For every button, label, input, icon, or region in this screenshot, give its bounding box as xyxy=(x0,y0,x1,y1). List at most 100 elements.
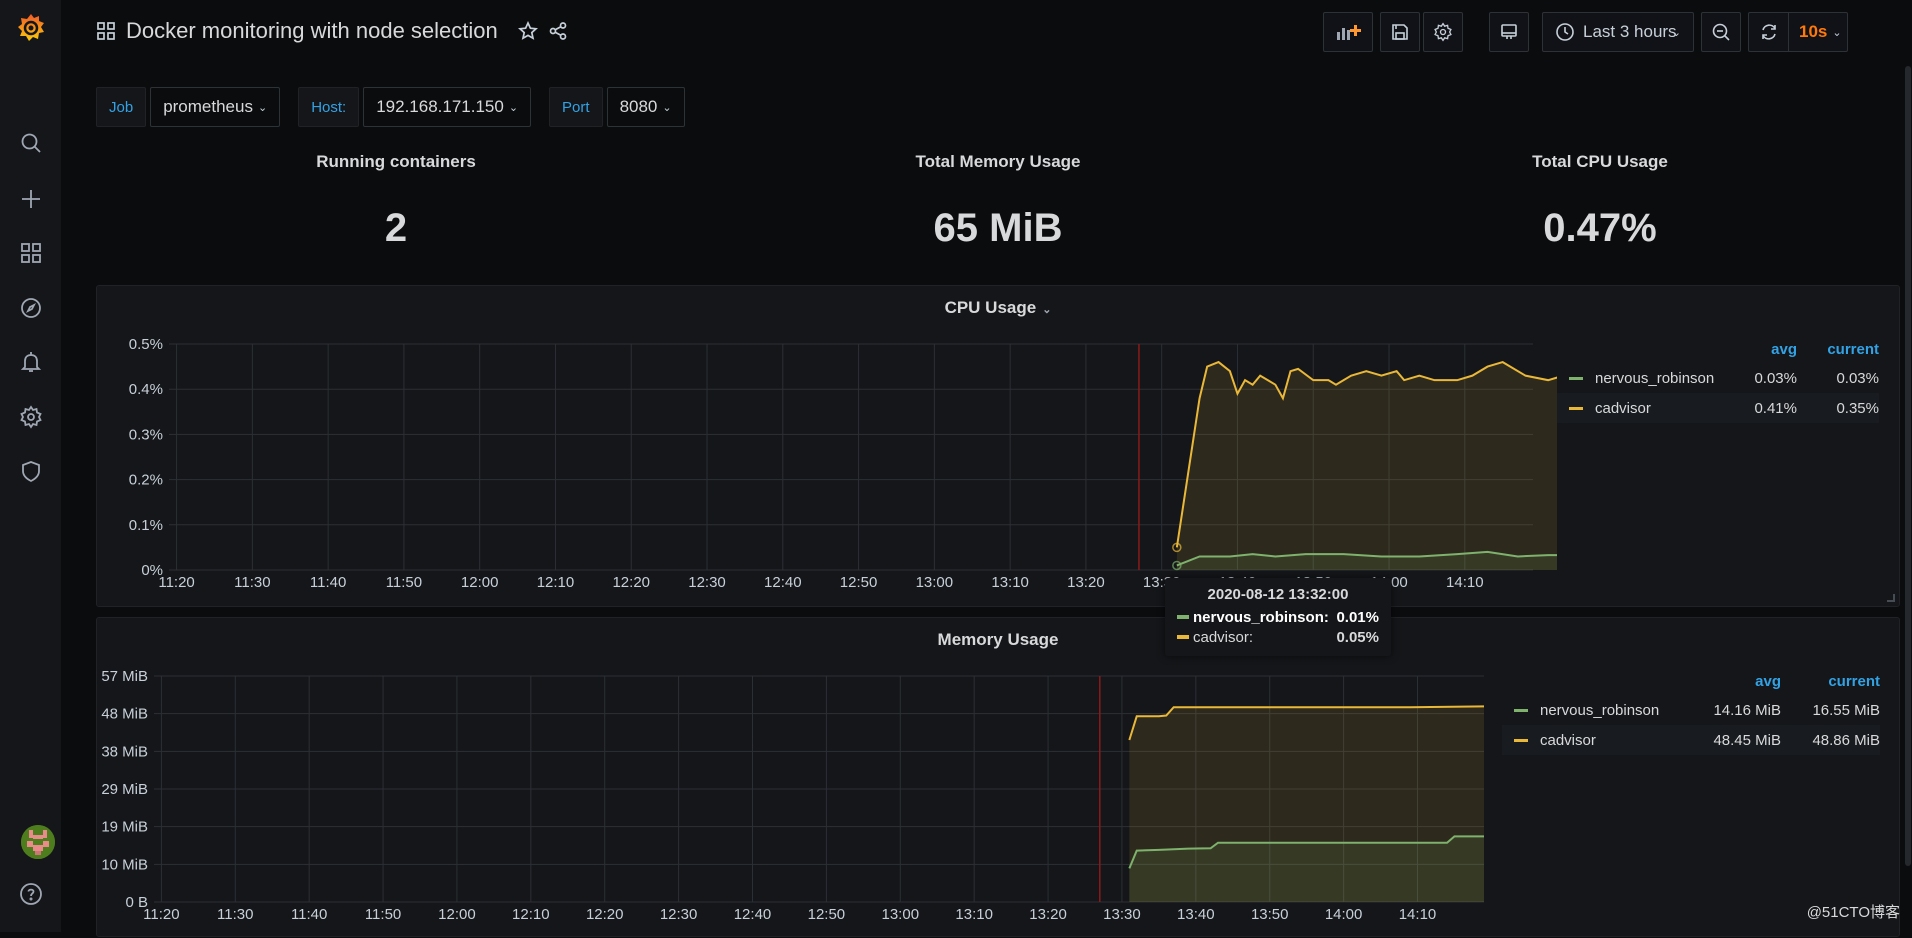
x-tick-label: 11:40 xyxy=(291,906,327,923)
stat-title[interactable]: Total Memory Usage xyxy=(698,152,1298,172)
zoom-out-button[interactable] xyxy=(1701,12,1741,52)
variable-value: prometheus xyxy=(163,97,253,117)
x-tick-label: 11:30 xyxy=(217,906,253,923)
legend-header-current[interactable]: current xyxy=(1797,341,1879,363)
legend-item[interactable]: nervous_robinson 14.16 MiB 16.55 MiB xyxy=(1502,695,1880,725)
share-icon[interactable] xyxy=(548,21,568,41)
cycle-view-mode-button[interactable] xyxy=(1489,12,1529,52)
series-current: 48.86 MiB xyxy=(1781,732,1880,749)
star-icon[interactable] xyxy=(518,21,538,41)
stat-panel-total-memory: Total Memory Usage 65 MiB xyxy=(698,140,1298,251)
memory-usage-chart[interactable]: 0 B10 MiB19 MiB29 MiB38 MiB48 MiB57 MiB1… xyxy=(97,618,1507,938)
x-tick-label: 13:30 xyxy=(1103,906,1141,923)
refresh-group: 10s ⌄ xyxy=(1748,12,1848,52)
y-tick-label: 38 MiB xyxy=(101,743,148,760)
save-dashboard-button[interactable] xyxy=(1380,12,1420,52)
series-name: cadvisor xyxy=(1595,400,1717,417)
x-tick-label: 12:50 xyxy=(840,574,878,591)
x-tick-label: 14:10 xyxy=(1399,906,1437,923)
graph-tooltip: 2020-08-12 13:32:00 nervous_robinson: 0.… xyxy=(1165,578,1391,656)
stat-value: 2 xyxy=(96,206,696,251)
time-picker-button[interactable]: Last 3 hours ⌄ xyxy=(1542,12,1694,52)
compass-icon[interactable] xyxy=(19,296,43,320)
y-tick-label: 0.4% xyxy=(129,381,163,398)
variable-value: 192.168.171.150 xyxy=(376,97,504,117)
legend-item[interactable]: nervous_robinson 0.03% 0.03% xyxy=(1557,363,1879,393)
x-tick-label: 14:10 xyxy=(1446,574,1484,591)
template-variables: Job prometheus⌄ Host: 192.168.171.150⌄ P… xyxy=(96,87,703,127)
stat-panel-total-cpu: Total CPU Usage 0.47% xyxy=(1300,140,1900,251)
apps-icon[interactable] xyxy=(19,241,43,265)
legend-item[interactable]: cadvisor 48.45 MiB 48.86 MiB xyxy=(1502,725,1880,755)
x-tick-label: 12:00 xyxy=(438,906,476,923)
variable-select-port[interactable]: 8080 ⌄ xyxy=(607,87,685,127)
chevron-down-icon: ⌄ xyxy=(258,101,267,114)
refresh-interval-picker[interactable]: 10s xyxy=(1789,22,1827,42)
tooltip-series-name: cadvisor: xyxy=(1193,629,1336,646)
variable-select-job[interactable]: prometheus ⌄ xyxy=(150,87,280,127)
variable-value: 8080 xyxy=(620,97,658,117)
grafana-logo[interactable] xyxy=(16,12,46,44)
x-tick-label: 13:50 xyxy=(1251,906,1289,923)
y-tick-label: 0.2% xyxy=(129,472,163,489)
cpu-legend: avgcurrent nervous_robinson 0.03% 0.03% … xyxy=(1557,341,1879,423)
tooltip-series-value: 0.01% xyxy=(1336,609,1379,626)
series-color-swatch[interactable] xyxy=(1569,407,1583,410)
x-tick-label: 11:40 xyxy=(310,574,346,591)
dashboard-title[interactable]: Docker monitoring with node selection xyxy=(126,18,498,44)
legend-header-current[interactable]: current xyxy=(1781,673,1880,695)
x-tick-label: 12:30 xyxy=(660,906,698,923)
bell-icon[interactable] xyxy=(19,350,43,374)
tooltip-row: cadvisor: 0.05% xyxy=(1177,627,1379,647)
y-tick-label: 0.1% xyxy=(129,517,163,534)
tooltip-time: 2020-08-12 13:32:00 xyxy=(1177,586,1379,603)
search-icon[interactable] xyxy=(19,131,43,155)
dashboard-settings-button[interactable] xyxy=(1423,12,1463,52)
stat-title[interactable]: Total CPU Usage xyxy=(1300,152,1900,172)
stat-value: 0.47% xyxy=(1300,206,1900,251)
variable-select-host[interactable]: 192.168.171.150⌄ xyxy=(363,87,531,127)
y-tick-label: 19 MiB xyxy=(101,819,148,836)
memory-usage-panel: Memory Usage 0 B10 MiB19 MiB29 MiB38 MiB… xyxy=(96,617,1900,937)
y-tick-label: 57 MiB xyxy=(101,668,148,685)
refresh-button[interactable] xyxy=(1749,13,1789,51)
x-tick-label: 11:50 xyxy=(386,574,422,591)
legend-header-avg[interactable]: avg xyxy=(1697,341,1797,363)
series-name: nervous_robinson xyxy=(1540,702,1681,719)
clock-icon xyxy=(1555,22,1575,42)
cpu-usage-chart[interactable]: 0%0.1%0.2%0.3%0.4%0.5%11:2011:3011:4011:… xyxy=(97,286,1557,608)
y-tick-label: 0.3% xyxy=(129,426,163,443)
series-color-swatch[interactable] xyxy=(1514,709,1528,712)
y-tick-label: 10 MiB xyxy=(101,856,148,873)
variable-label-port: Port xyxy=(549,87,603,127)
avatar[interactable] xyxy=(21,825,55,859)
add-panel-button[interactable] xyxy=(1323,12,1373,52)
x-tick-label: 11:20 xyxy=(158,574,194,591)
chevron-down-icon: ⌄ xyxy=(662,101,671,114)
page-scrollbar-thumb[interactable] xyxy=(1905,66,1911,866)
x-tick-label: 12:40 xyxy=(764,574,802,591)
gear-icon[interactable] xyxy=(19,405,43,429)
dashboard-navbar: Docker monitoring with node selection La… xyxy=(62,0,1912,64)
series-color-swatch xyxy=(1177,635,1189,639)
shield-icon[interactable] xyxy=(19,459,43,483)
x-tick-label: 12:50 xyxy=(808,906,846,923)
series-color-swatch[interactable] xyxy=(1569,377,1583,380)
legend-item[interactable]: cadvisor 0.41% 0.35% xyxy=(1557,393,1879,423)
watermark: @51CTO博客 xyxy=(1807,901,1900,922)
series-avg: 14.16 MiB xyxy=(1681,702,1781,719)
series-avg: 0.03% xyxy=(1717,370,1797,387)
series-color-swatch xyxy=(1177,615,1189,619)
memory-legend: avgcurrent nervous_robinson 14.16 MiB 16… xyxy=(1502,673,1880,755)
series-avg: 0.41% xyxy=(1717,400,1797,417)
legend-header-avg[interactable]: avg xyxy=(1681,673,1781,695)
series-color-swatch[interactable] xyxy=(1514,739,1528,742)
help-icon[interactable] xyxy=(19,882,43,906)
x-tick-label: 12:10 xyxy=(512,906,550,923)
x-tick-label: 11:20 xyxy=(143,906,179,923)
tooltip-series-value: 0.05% xyxy=(1336,629,1379,646)
stat-title[interactable]: Running containers xyxy=(96,152,696,172)
plus-icon[interactable] xyxy=(19,187,43,211)
panel-resize-handle[interactable] xyxy=(1887,594,1895,602)
time-range-label: Last 3 hours xyxy=(1583,22,1677,42)
